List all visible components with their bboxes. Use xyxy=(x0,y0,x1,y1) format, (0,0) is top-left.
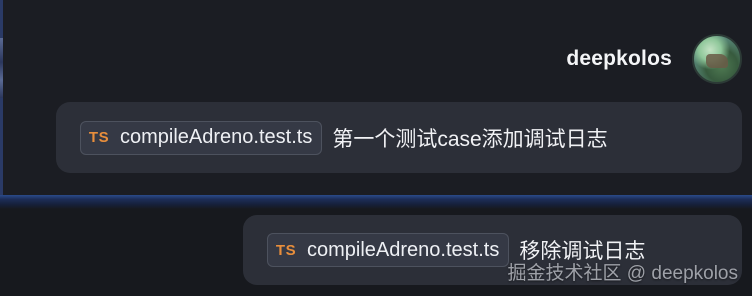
sidebar-edge xyxy=(0,0,3,196)
username-label: deepkolos xyxy=(566,47,672,70)
file-name-label: compileAdreno.test.ts xyxy=(307,238,500,261)
chat-screenshot: deepkolos TS compileAdreno.test.ts 第一个测试… xyxy=(0,0,752,296)
file-attachment-chip[interactable]: TS compileAdreno.test.ts xyxy=(80,120,323,155)
site-watermark: 掘金技术社区 @ deepkolos xyxy=(507,263,738,284)
file-attachment-chip[interactable]: TS compileAdreno.test.ts xyxy=(267,233,510,267)
user-avatar[interactable] xyxy=(692,34,742,84)
typescript-file-icon: TS xyxy=(275,241,297,259)
message-header: deepkolos xyxy=(566,32,742,86)
file-name-label: compileAdreno.test.ts xyxy=(120,126,313,148)
section-divider xyxy=(0,195,752,209)
sidebar-edge-text-fragment xyxy=(0,38,3,98)
user-message-bubble: TS compileAdreno.test.ts 第一个测试case添加调试日志 xyxy=(56,102,742,173)
message-text: 第一个测试case添加调试日志 xyxy=(332,127,608,151)
typescript-file-icon: TS xyxy=(88,129,110,146)
